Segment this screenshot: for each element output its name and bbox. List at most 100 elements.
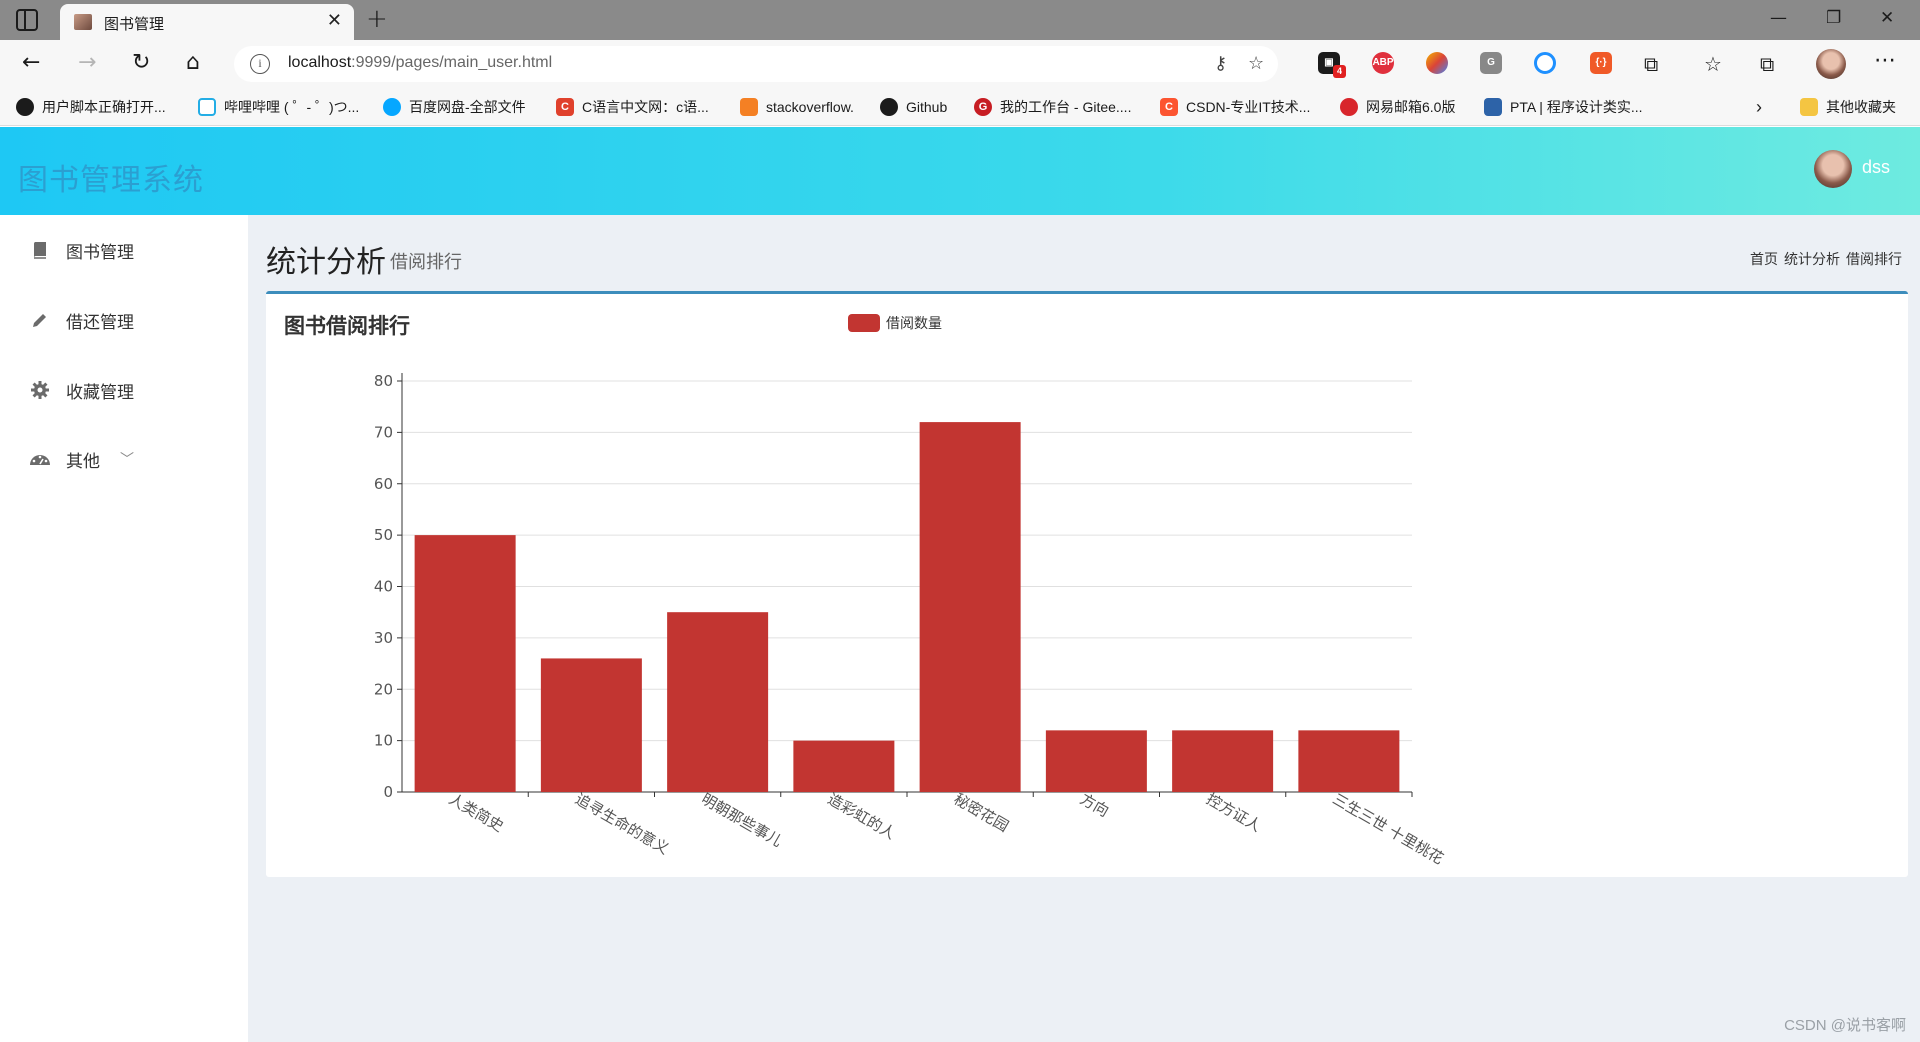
pencil-icon <box>28 308 52 332</box>
bookmark-item[interactable]: C CSDN-专业IT技术... <box>1160 94 1310 120</box>
bookmark-item[interactable]: Github <box>880 94 947 120</box>
forward-icon[interactable]: → <box>78 50 96 75</box>
sidebar-item-favorites[interactable]: 收藏管理 <box>0 365 248 415</box>
bookmark-label: 百度网盘-全部文件 <box>409 99 526 115</box>
y-tick-label: 0 <box>383 783 393 801</box>
reload-icon[interactable]: ↻ <box>132 50 150 75</box>
chart-bar <box>1045 730 1147 792</box>
user-name[interactable]: dss <box>1862 157 1890 178</box>
bookmark-label: stackoverflow. <box>766 99 854 115</box>
bookmark-item[interactable]: PTA | 程序设计类实... <box>1484 94 1643 120</box>
url-path: :9999/pages/main_user.html <box>351 54 553 71</box>
bookmark-item[interactable]: C C语言中文网：c语... <box>556 94 709 120</box>
bookmark-item[interactable]: stackoverflow. <box>740 94 854 120</box>
new-tab-button[interactable]: + <box>366 4 388 34</box>
restore-icon[interactable]: ❐ <box>1826 8 1841 28</box>
favorites-icon[interactable]: ☆ <box>1704 52 1722 76</box>
y-tick-label: 20 <box>374 680 393 698</box>
chart-bar <box>1172 730 1274 792</box>
more-menu-icon[interactable]: ⋯ <box>1874 48 1896 73</box>
sidebar-item-label: 其他 <box>66 451 100 472</box>
bookmark-label: Github <box>906 99 948 115</box>
app-header: 图书管理系统 dss <box>0 127 1920 215</box>
sidebar-item-book-management[interactable]: 图书管理 <box>0 225 248 275</box>
chart-bar <box>1298 730 1400 792</box>
dashboard-icon <box>28 447 52 471</box>
bookmark-label: CSDN-专业IT技术... <box>1186 99 1311 115</box>
collections-icon[interactable]: ⧉ <box>1760 52 1774 76</box>
browser-toolbar: ← → ↻ ⌂ i localhost:9999/pages/main_user… <box>0 40 1920 88</box>
bookmark-item[interactable]: 网易邮箱6.0版 <box>1340 94 1455 120</box>
browser-tabstrip: 图书管理 ✕ + — ❐ ✕ <box>0 0 1920 40</box>
key-icon[interactable]: ⚷ <box>1214 53 1227 74</box>
x-tick-label: 控方证人 <box>1203 790 1264 836</box>
browser-tab-active[interactable]: 图书管理 ✕ <box>60 4 354 40</box>
address-text[interactable]: localhost:9999/pages/main_user.html <box>288 54 552 72</box>
breadcrumb-home[interactable]: 首页 <box>1750 249 1778 269</box>
y-tick-label: 60 <box>374 475 393 493</box>
extensions-puzzle-icon[interactable]: ⧉ <box>1644 52 1658 76</box>
address-bar[interactable]: i localhost:9999/pages/main_user.html ⚷ … <box>234 46 1278 82</box>
sidebar-item-label: 图书管理 <box>66 242 134 263</box>
bookmark-label: 网易邮箱6.0版 <box>1366 99 1456 115</box>
chart-bar <box>793 740 895 792</box>
y-tick-label: 70 <box>374 423 393 441</box>
x-tick-label: 人类简史 <box>446 790 507 836</box>
bookmark-item[interactable]: 用户脚本正确打开... <box>16 94 166 120</box>
user-avatar[interactable] <box>1814 150 1852 188</box>
x-tick-label: 方向 <box>1077 790 1112 821</box>
bookmark-label: 我的工作台 - Gitee.... <box>1000 99 1132 115</box>
bookmark-item[interactable]: 哔哩哔哩 ( ゜- ゜)つ... <box>198 94 359 120</box>
json-extension-icon[interactable]: {·} <box>1590 52 1612 74</box>
bookmark-item[interactable]: 百度网盘-全部文件 <box>383 94 526 120</box>
bookmarks-overflow-icon[interactable]: › <box>1756 94 1762 120</box>
page-subtitle: 借阅排行 <box>390 252 462 273</box>
sidebar-item-label: 借还管理 <box>66 312 134 333</box>
x-tick-label: 三生三世 十里桃花 <box>1330 790 1447 868</box>
home-icon[interactable]: ⌂ <box>186 50 200 75</box>
bookmark-label: PTA | 程序设计类实... <box>1510 99 1643 115</box>
legend-label: 借阅数量 <box>886 316 942 332</box>
c-lang-icon: C <box>556 98 574 116</box>
add-favorite-icon[interactable]: ☆ <box>1248 53 1264 74</box>
extension-color-icon[interactable] <box>1426 52 1448 74</box>
close-window-icon[interactable]: ✕ <box>1880 8 1894 28</box>
bookmarks-bar: 用户脚本正确打开... 哔哩哔哩 ( ゜- ゜)つ... 百度网盘-全部文件 C… <box>0 88 1920 126</box>
x-tick-label: 追寻生命的意义 <box>572 790 672 858</box>
tab-actions-icon[interactable] <box>16 9 38 31</box>
site-info-icon[interactable]: i <box>250 54 270 74</box>
chart-panel: 图书借阅排行 0 10 20 30 40 50 60 70 80 人类简史 追寻生命的意义 明朝那些事… <box>266 291 1908 877</box>
breadcrumb-analysis[interactable]: 统计分析 <box>1784 249 1840 269</box>
app-title[interactable]: 图书管理系统 <box>18 155 204 199</box>
bilibili-icon <box>198 98 216 116</box>
close-tab-icon[interactable]: ✕ <box>327 10 342 31</box>
loading-extension-icon[interactable] <box>1534 52 1556 74</box>
back-icon[interactable]: ← <box>22 50 40 75</box>
gear-icon <box>28 378 52 402</box>
sidebar-item-label: 收藏管理 <box>66 382 134 403</box>
x-tick-label: 造彩虹的人 <box>825 790 899 843</box>
profile-avatar[interactable] <box>1816 49 1846 79</box>
y-tick-label: 40 <box>374 578 393 596</box>
extension-icon[interactable]: ▣ 4 <box>1318 52 1346 78</box>
sidebar-item-borrow-return[interactable]: 借还管理 <box>0 295 248 345</box>
minimize-icon[interactable]: — <box>1770 8 1787 28</box>
chart-bar <box>414 535 516 792</box>
grammar-icon[interactable]: G <box>1480 52 1502 74</box>
adblock-icon[interactable]: ABP <box>1372 52 1394 74</box>
other-bookmarks-label: 其他收藏夹 <box>1826 99 1896 115</box>
legend-swatch <box>848 314 880 332</box>
pta-icon <box>1484 98 1502 116</box>
sidebar-item-other[interactable]: 其他 ﹀ <box>0 434 248 484</box>
chevron-down-icon[interactable]: ﹀ <box>120 449 134 469</box>
bookmark-item[interactable]: G 我的工作台 - Gitee.... <box>974 94 1131 120</box>
y-tick-label: 50 <box>374 526 393 544</box>
other-bookmarks-folder[interactable]: 其他收藏夹 <box>1800 94 1896 120</box>
x-tick-label: 明朝那些事儿 <box>698 790 785 851</box>
stackoverflow-icon <box>740 98 758 116</box>
chart-bar <box>919 422 1021 792</box>
chart-bar <box>540 658 642 792</box>
extension-badge: 4 <box>1333 65 1346 78</box>
y-tick-label: 30 <box>374 629 393 647</box>
chart-bar <box>667 612 769 792</box>
